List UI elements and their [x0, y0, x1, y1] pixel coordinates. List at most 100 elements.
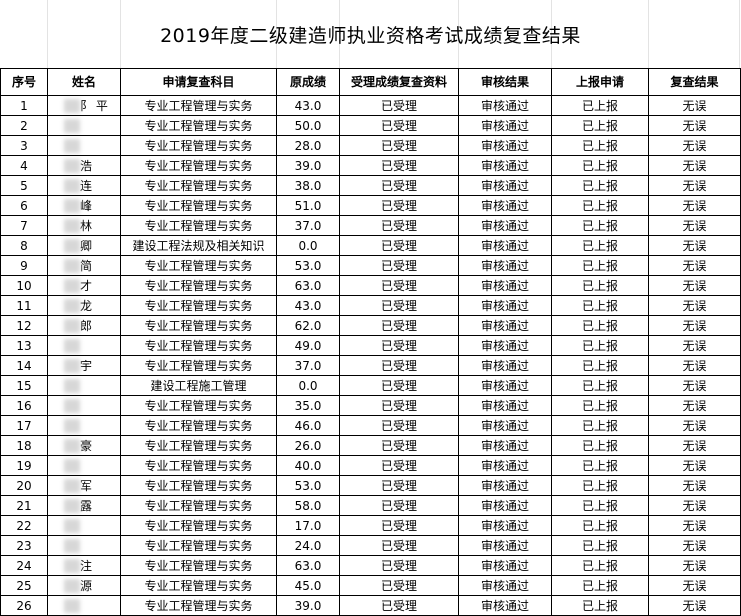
cell-no[interactable]: 18: [0, 435, 48, 456]
cell-report[interactable]: 已上报: [551, 295, 649, 316]
cell-result[interactable]: 无误: [648, 395, 741, 416]
cell-report[interactable]: 已上报: [551, 235, 649, 256]
cell-audit[interactable]: 审核通过: [458, 535, 552, 556]
cell-name[interactable]: [47, 375, 121, 396]
cell-no[interactable]: 26: [0, 595, 48, 616]
cell-audit[interactable]: 审核通过: [458, 235, 552, 256]
cell-result[interactable]: 无误: [648, 195, 741, 216]
cell-score[interactable]: 45.0: [276, 575, 340, 596]
cell-score[interactable]: 62.0: [276, 315, 340, 336]
cell-name[interactable]: [47, 415, 121, 436]
cell-report[interactable]: 已上报: [551, 575, 649, 596]
cell-name[interactable]: [47, 455, 121, 476]
cell-audit[interactable]: 审核通过: [458, 155, 552, 176]
cell-no[interactable]: 3: [0, 135, 48, 156]
cell-score[interactable]: 43.0: [276, 95, 340, 116]
cell-score[interactable]: 35.0: [276, 395, 340, 416]
cell-name[interactable]: 才: [47, 275, 121, 296]
cell-audit[interactable]: 审核通过: [458, 275, 552, 296]
cell-report[interactable]: 已上报: [551, 555, 649, 576]
cell-result[interactable]: 无误: [648, 215, 741, 236]
cell-subject[interactable]: 专业工程管理与实务: [120, 435, 277, 456]
cell-no[interactable]: 17: [0, 415, 48, 436]
cell-accept[interactable]: 已受理: [339, 515, 459, 536]
cell-subject[interactable]: 专业工程管理与实务: [120, 255, 277, 276]
cell-subject[interactable]: 专业工程管理与实务: [120, 535, 277, 556]
cell-subject[interactable]: 专业工程管理与实务: [120, 475, 277, 496]
cell-report[interactable]: 已上报: [551, 395, 649, 416]
cell-report[interactable]: 已上报: [551, 595, 649, 616]
cell-name[interactable]: 军: [47, 475, 121, 496]
cell-result[interactable]: 无误: [648, 375, 741, 396]
cell-subject[interactable]: 建设工程施工管理: [120, 375, 277, 396]
cell-no[interactable]: 11: [0, 295, 48, 316]
cell-no[interactable]: 12: [0, 315, 48, 336]
cell-audit[interactable]: 审核通过: [458, 175, 552, 196]
cell-subject[interactable]: 专业工程管理与实务: [120, 515, 277, 536]
cell-subject[interactable]: 专业工程管理与实务: [120, 395, 277, 416]
cell-audit[interactable]: 审核通过: [458, 575, 552, 596]
cell-accept[interactable]: 已受理: [339, 335, 459, 356]
cell-name[interactable]: [47, 515, 121, 536]
cell-no[interactable]: 20: [0, 475, 48, 496]
cell-report[interactable]: 已上报: [551, 475, 649, 496]
cell-accept[interactable]: 已受理: [339, 455, 459, 476]
cell-result[interactable]: 无误: [648, 315, 741, 336]
cell-result[interactable]: 无误: [648, 435, 741, 456]
cell-name[interactable]: 龙: [47, 295, 121, 316]
cell-no[interactable]: 16: [0, 395, 48, 416]
cell-no[interactable]: 23: [0, 535, 48, 556]
cell-audit[interactable]: 审核通过: [458, 295, 552, 316]
cell-report[interactable]: 已上报: [551, 315, 649, 336]
cell-score[interactable]: 49.0: [276, 335, 340, 356]
cell-name[interactable]: 注: [47, 555, 121, 576]
cell-report[interactable]: 已上报: [551, 375, 649, 396]
cell-result[interactable]: 无误: [648, 155, 741, 176]
cell-result[interactable]: 无误: [648, 115, 741, 136]
cell-subject[interactable]: 专业工程管理与实务: [120, 295, 277, 316]
cell-subject[interactable]: 专业工程管理与实务: [120, 275, 277, 296]
cell-result[interactable]: 无误: [648, 275, 741, 296]
cell-subject[interactable]: 专业工程管理与实务: [120, 195, 277, 216]
cell-report[interactable]: 已上报: [551, 415, 649, 436]
cell-score[interactable]: 26.0: [276, 435, 340, 456]
cell-name[interactable]: [47, 395, 121, 416]
cell-result[interactable]: 无误: [648, 555, 741, 576]
cell-no[interactable]: 7: [0, 215, 48, 236]
cell-no[interactable]: 13: [0, 335, 48, 356]
cell-report[interactable]: 已上报: [551, 155, 649, 176]
cell-audit[interactable]: 审核通过: [458, 355, 552, 376]
cell-name[interactable]: 宇: [47, 355, 121, 376]
cell-subject[interactable]: 专业工程管理与实务: [120, 115, 277, 136]
cell-result[interactable]: 无误: [648, 255, 741, 276]
cell-score[interactable]: 0.0: [276, 375, 340, 396]
cell-no[interactable]: 9: [0, 255, 48, 276]
cell-score[interactable]: 37.0: [276, 215, 340, 236]
cell-subject[interactable]: 专业工程管理与实务: [120, 495, 277, 516]
cell-accept[interactable]: 已受理: [339, 575, 459, 596]
cell-report[interactable]: 已上报: [551, 95, 649, 116]
cell-score[interactable]: 53.0: [276, 255, 340, 276]
cell-subject[interactable]: 专业工程管理与实务: [120, 575, 277, 596]
cell-score[interactable]: 28.0: [276, 135, 340, 156]
cell-audit[interactable]: 审核通过: [458, 495, 552, 516]
cell-audit[interactable]: 审核通过: [458, 395, 552, 416]
cell-report[interactable]: 已上报: [551, 215, 649, 236]
cell-accept[interactable]: 已受理: [339, 595, 459, 616]
cell-report[interactable]: 已上报: [551, 135, 649, 156]
cell-result[interactable]: 无误: [648, 595, 741, 616]
cell-accept[interactable]: 已受理: [339, 555, 459, 576]
cell-name[interactable]: 林: [47, 215, 121, 236]
cell-no[interactable]: 15: [0, 375, 48, 396]
cell-audit[interactable]: 审核通过: [458, 135, 552, 156]
cell-result[interactable]: 无误: [648, 495, 741, 516]
cell-accept[interactable]: 已受理: [339, 475, 459, 496]
cell-score[interactable]: 39.0: [276, 155, 340, 176]
cell-accept[interactable]: 已受理: [339, 115, 459, 136]
cell-subject[interactable]: 专业工程管理与实务: [120, 175, 277, 196]
cell-accept[interactable]: 已受理: [339, 95, 459, 116]
cell-score[interactable]: 63.0: [276, 555, 340, 576]
cell-name[interactable]: 源: [47, 575, 121, 596]
cell-audit[interactable]: 审核通过: [458, 195, 552, 216]
cell-report[interactable]: 已上报: [551, 195, 649, 216]
